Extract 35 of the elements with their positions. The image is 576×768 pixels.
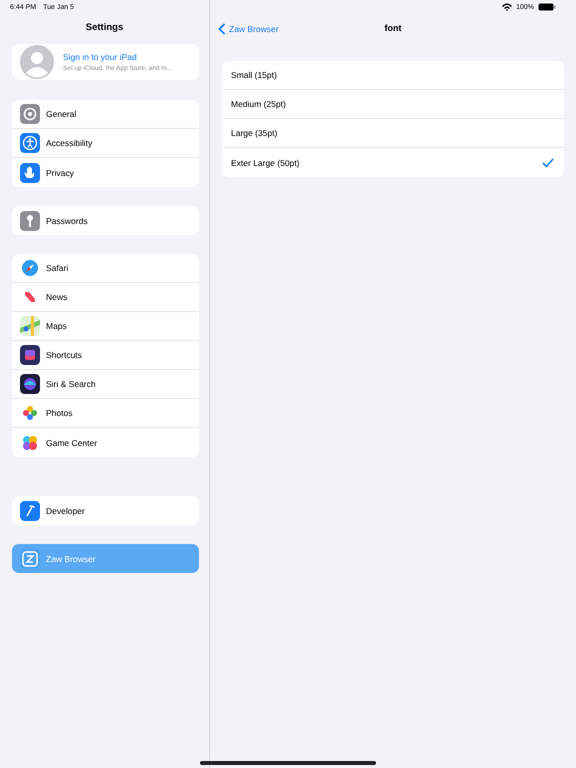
sidebar-item[interactable]: Passwords [12, 206, 199, 235]
flower-icon [20, 403, 40, 423]
siri-icon [20, 374, 40, 394]
accessibility-icon [20, 133, 40, 153]
battery-icon [538, 3, 556, 11]
sidebar-title: Settings [84, 21, 124, 35]
key-icon [20, 210, 40, 230]
sidebar-item[interactable]: Photos [12, 399, 199, 428]
compass-icon [20, 258, 40, 278]
sidebar-item[interactable]: General [12, 100, 199, 129]
sidebar-item[interactable]: Privacy [12, 158, 199, 187]
sidebar-item[interactable]: Siri & Search [12, 370, 199, 399]
sidebar-item[interactable]: Maps [12, 312, 199, 341]
hammer-icon [20, 500, 40, 520]
font-option[interactable]: Small (15pt) [222, 61, 564, 90]
account-title: Sign in to your iPad [63, 52, 138, 62]
font-option[interactable]: Large (35pt) [222, 119, 564, 148]
back-chevron-icon [218, 23, 226, 35]
hand-icon [20, 162, 40, 182]
sidebar-item[interactable]: Developer [12, 496, 199, 525]
avatar-icon [20, 45, 54, 79]
map-icon [20, 316, 40, 336]
wifi-icon [502, 3, 512, 11]
sidebar-item[interactable]: Game Center [12, 428, 199, 457]
shortcuts-icon [20, 345, 40, 365]
font-option[interactable]: Medium (25pt) [222, 90, 564, 119]
frame-icon [20, 548, 40, 568]
sidebar-item[interactable]: News [12, 283, 199, 312]
gear-icon [20, 104, 40, 124]
back-button[interactable]: Zaw Browser [216, 21, 281, 37]
sidebar-item[interactable]: Shortcuts [12, 341, 199, 370]
page-title: font [384, 22, 402, 32]
sidebar-item[interactable]: Safari [12, 254, 199, 283]
sidebar-item[interactable]: Accessibility [12, 129, 199, 158]
font-option[interactable]: Exter Large (50pt) [222, 148, 564, 177]
